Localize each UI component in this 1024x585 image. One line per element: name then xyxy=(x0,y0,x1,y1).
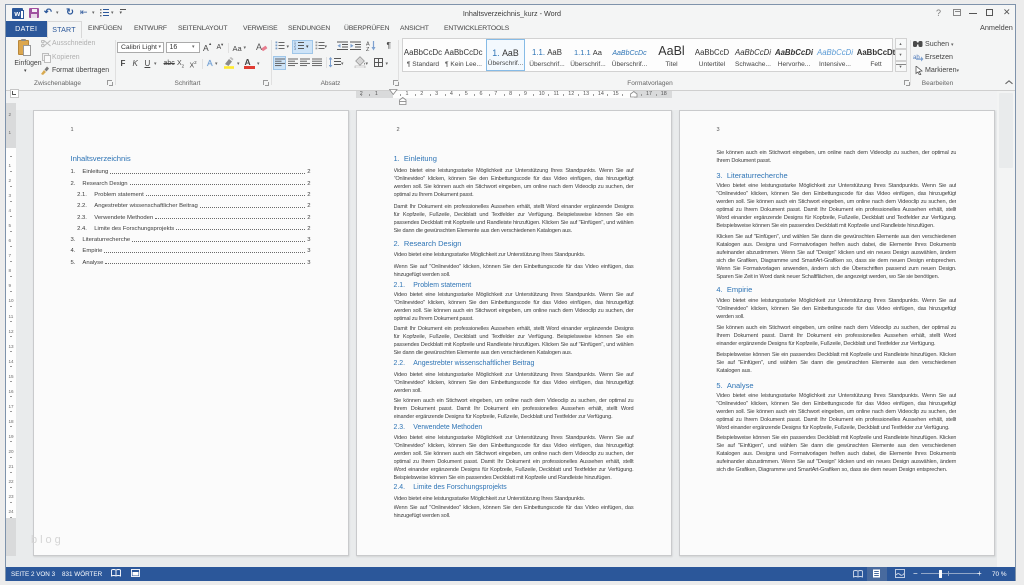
svg-text:Z: Z xyxy=(366,47,370,51)
svg-text:3: 3 xyxy=(294,47,296,50)
svg-text:A: A xyxy=(256,42,262,52)
svg-text:ab: ab xyxy=(913,55,920,61)
